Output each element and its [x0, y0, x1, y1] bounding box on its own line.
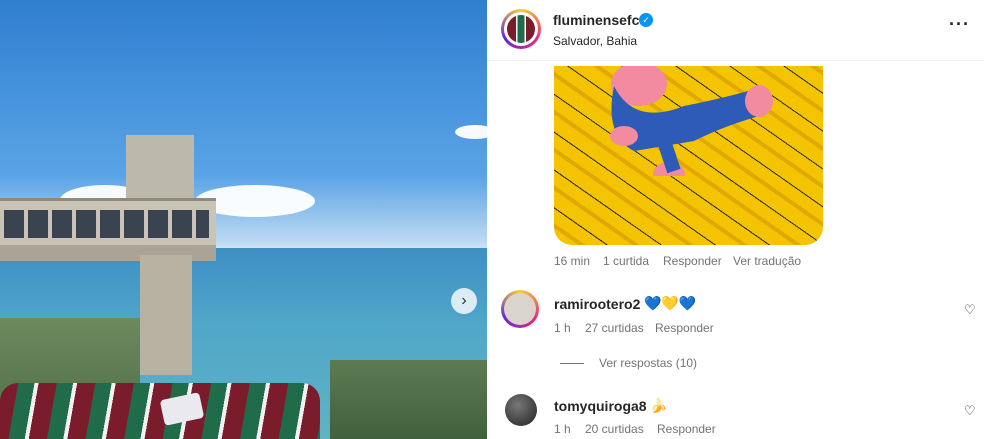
chevron-right-icon: › — [461, 292, 467, 309]
account-avatar[interactable] — [501, 9, 541, 49]
comment-text: 🍌 — [650, 397, 668, 413]
post-location[interactable]: Salvador, Bahia — [553, 34, 637, 48]
comment-sticker-image — [554, 66, 823, 245]
comment-text: 💙💛💙 — [644, 295, 697, 311]
reply-button[interactable]: Responder — [657, 422, 716, 436]
commenter-avatar[interactable] — [505, 394, 537, 426]
comment-username[interactable]: tomyquiroga8 — [554, 398, 647, 414]
bridge-windows — [4, 210, 209, 238]
see-translation-button[interactable]: Ver tradução — [733, 254, 801, 268]
comment-likes[interactable]: 20 curtidas — [585, 422, 644, 436]
commenter-avatar[interactable] — [501, 290, 539, 328]
city-right — [330, 360, 487, 439]
comment-time: 16 min — [554, 254, 591, 268]
cloud — [455, 125, 487, 139]
heart-icon[interactable]: ♡ — [964, 403, 976, 419]
heart-icon[interactable]: ♡ — [964, 302, 976, 318]
post-header: fluminensefc ✓ Salvador, Bahia ··· — [487, 0, 984, 61]
more-options-icon[interactable]: ··· — [949, 14, 970, 35]
reply-button[interactable]: Responder — [655, 321, 714, 335]
monkey-illustration — [610, 66, 773, 176]
comment-likes[interactable]: 27 curtidas — [585, 321, 644, 335]
comment-likes[interactable]: 1 curtida — [603, 254, 649, 268]
club-crest-icon — [507, 15, 535, 43]
post-photo: › — [0, 0, 487, 439]
comment-username[interactable]: ramirootero2 — [554, 296, 640, 312]
elevator-shaft — [140, 255, 192, 375]
next-photo-button[interactable]: › — [451, 288, 477, 314]
account-username[interactable]: fluminensefc — [553, 12, 639, 28]
post-side-panel: fluminensefc ✓ Salvador, Bahia ··· 16 mi… — [487, 0, 984, 439]
divider — [560, 363, 584, 364]
comment-time: 1 h — [554, 422, 571, 436]
reply-button[interactable]: Responder — [663, 254, 722, 268]
football-shirt — [0, 383, 320, 439]
comment-time: 1 h — [554, 321, 571, 335]
view-replies-button[interactable]: Ver respostas (10) — [599, 356, 697, 370]
verified-check-icon: ✓ — [639, 13, 653, 27]
